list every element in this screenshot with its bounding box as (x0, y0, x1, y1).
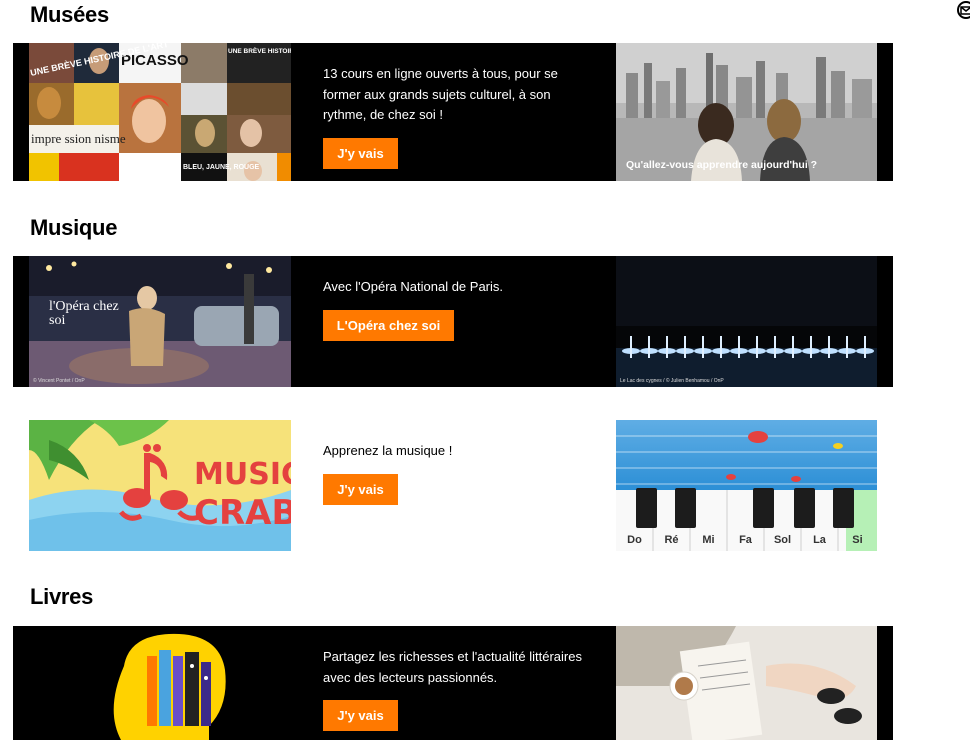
musees-description: 13 cours en ligne ouverts à tous, pour s… (323, 66, 558, 122)
piano-note-labels: Do Ré Mi Fa Sol La Si (616, 534, 877, 546)
livres-jy-vais-button[interactable]: J'y vais (323, 700, 398, 731)
livres-books-image[interactable] (29, 626, 291, 740)
opera-left-credit: © Vincent Pontet / OnP (33, 378, 85, 384)
note-label: Si (852, 534, 863, 546)
opera-stage-image[interactable]: l'Opéra chez soi © Vincent Pontet / OnP (29, 256, 291, 387)
opera-description: Avec l'Opéra National de Paris. (323, 279, 504, 294)
music-crab-description: Apprenez la musique ! (323, 443, 453, 458)
note-label: Do (627, 534, 642, 546)
music-crab-piano-image[interactable]: Do Ré Mi Fa Sol La Si (616, 420, 877, 551)
opera-logo-text: l'Opéra chez soi (49, 299, 119, 328)
page: Musées PICASSO UNE BRÈVE HISTOIRE DE L'A… (0, 0, 970, 740)
opera-chez-soi-button[interactable]: L'Opéra chez soi (323, 310, 454, 341)
mail-close-icon[interactable] (956, 0, 970, 20)
music-crab-banner: MUSIC CRAB Apprenez la musique ! J'y vai… (13, 420, 893, 551)
opera-ballet-image[interactable]: Le Lac des cygnes / © Julien Benhamou / … (616, 256, 877, 387)
collage-label-bleu-jaune-rouge: BLEU, JAUNE, ROUGE (183, 164, 260, 171)
opera-banner: l'Opéra chez soi © Vincent Pontet / OnP … (13, 256, 893, 387)
note-label: La (813, 534, 826, 546)
note-label: Mi (702, 534, 715, 546)
note-label: Sol (773, 534, 792, 546)
music-crab-jy-vais-button[interactable]: J'y vais (323, 474, 398, 505)
musees-skyline-image[interactable]: Qu'allez-vous apprendre aujourd'hui ? (616, 43, 877, 181)
note-label: Ré (664, 534, 679, 546)
musees-collage-image[interactable]: PICASSO UNE BRÈVE HISTOIRE DE L'ART UNE … (29, 43, 291, 181)
music-crab-logo-line2: CRAB (194, 493, 291, 533)
section-title-livres: Livres (30, 584, 94, 609)
musees-banner: PICASSO UNE BRÈVE HISTOIRE DE L'ART UNE … (13, 43, 893, 181)
music-crab-logo-line1: MUSIC (194, 457, 291, 492)
opera-right-credit: Le Lac des cygnes / © Julien Benhamou / … (620, 378, 724, 384)
musees-overlay-question: Qu'allez-vous apprendre aujourd'hui ? (626, 159, 818, 171)
livres-description: Partagez les richesses et l'actualité li… (323, 649, 582, 685)
livres-banner: Partagez les richesses et l'actualité li… (13, 626, 893, 740)
musees-jy-vais-button[interactable]: J'y vais (323, 138, 398, 169)
music-crab-logo-image[interactable]: MUSIC CRAB (29, 420, 291, 551)
collage-label-photographie: UNE BRÈVE HISTOIRE DE LA PHOTOGRAPHIE (228, 46, 291, 55)
section-title-musees: Musées (30, 2, 109, 27)
collage-label-impressionnisme: impre ssion nisme (31, 131, 126, 146)
note-label: Fa (739, 534, 752, 546)
livres-reading-image[interactable] (616, 626, 877, 740)
section-title-musique: Musique (30, 215, 118, 240)
